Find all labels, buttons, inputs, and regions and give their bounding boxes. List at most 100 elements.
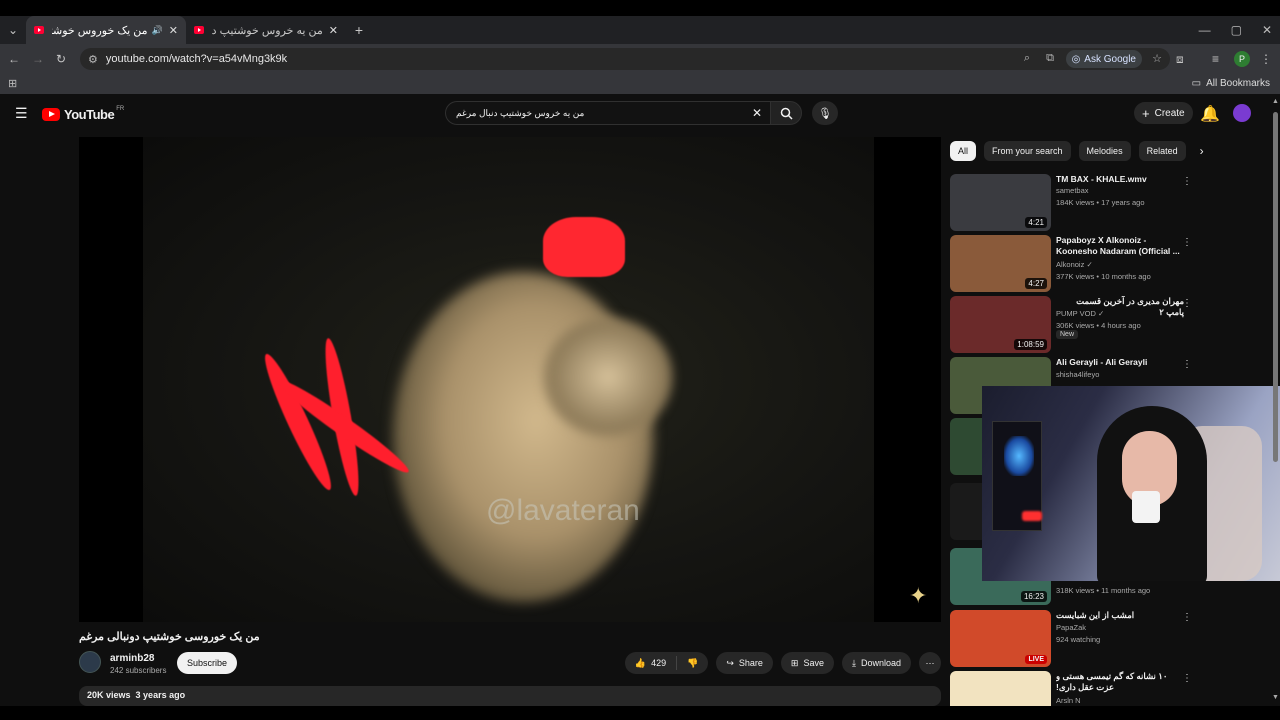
dislike-button[interactable]: 👎 <box>677 652 708 674</box>
new-badge: New <box>1056 330 1079 339</box>
folder-icon: ▭ <box>1191 78 1202 89</box>
video-thumbnail[interactable]: 4:27 <box>950 235 1051 292</box>
all-bookmarks[interactable]: ▭ All Bookmarks <box>1192 78 1270 89</box>
region-code: FR <box>116 105 125 112</box>
recommendation-title: TM BAX - KHALE.wmv <box>1056 174 1147 184</box>
like-dislike-group: 👍 429 👎 <box>624 652 709 674</box>
sparkle-icon[interactable]: ✦ <box>909 583 927 609</box>
scroll-up-icon[interactable]: ▲ <box>1272 98 1279 105</box>
channel-label: Alkonoiz <box>1056 260 1085 269</box>
scroll-down-icon[interactable]: ▼ <box>1272 694 1279 701</box>
browser-tab-active[interactable]: من یک خوروس خوشتیپ دونـ 🔊 ✕ <box>26 16 186 44</box>
chips-next-icon[interactable]: › <box>1200 144 1204 158</box>
os-top-strip <box>0 0 1280 16</box>
minimize-icon[interactable]: — <box>1199 23 1211 37</box>
youtube-logo[interactable]: YouTube FR <box>42 105 125 122</box>
browser-menu-icon[interactable]: ⋮ <box>1260 52 1272 66</box>
close-window-icon[interactable]: ✕ <box>1262 23 1272 37</box>
new-tab-icon[interactable]: + <box>346 22 372 38</box>
duration-badge: 16:23 <box>1020 591 1047 602</box>
clear-search-icon[interactable]: ✕ <box>752 106 762 120</box>
chip-from-your-search[interactable]: From your search <box>984 141 1071 161</box>
video-frame: @lavateran <box>143 137 874 622</box>
recommendation-meta: 318K views • 11 months ago <box>1056 586 1151 595</box>
channel-row: arminb28 242 subscribers Subscribe 👍 429 … <box>79 651 941 677</box>
create-button[interactable]: + Create <box>1134 102 1193 124</box>
video-thumbnail[interactable]: 4:21 <box>950 174 1051 231</box>
more-actions-button[interactable]: ⋯ <box>919 652 941 674</box>
like-button[interactable]: 👍 429 <box>625 652 676 674</box>
extensions-icon[interactable]: ⧈ <box>1176 52 1184 67</box>
chip-melodies[interactable]: Melodies <box>1078 141 1131 161</box>
recommendation-item[interactable]: 4:27 Papaboyz X Alkonoiz - Koonesho Nada… <box>950 235 1200 293</box>
video-thumbnail[interactable]: 1:08:59 <box>950 296 1051 353</box>
recommendation-item[interactable]: LIVE امشب از این شبایست PapaZak 924 watc… <box>950 610 1200 668</box>
browser-tab[interactable]: من یه خروس خوشتیپ دنبال مرغ ✕ <box>186 16 346 44</box>
os-bottom-strip <box>0 706 1280 720</box>
recommendation-item[interactable]: 4:21 TM BAX - KHALE.wmv sametbax 184K vi… <box>950 174 1200 232</box>
channel-avatar[interactable] <box>79 651 101 673</box>
zoom-icon[interactable]: ⌕ <box>1024 52 1030 65</box>
bookmarks-bar: ⊞ ▭ All Bookmarks <box>0 74 1280 94</box>
maximize-icon[interactable]: ▢ <box>1231 23 1242 37</box>
video-player[interactable]: @lavateran ✦ <box>79 137 941 622</box>
close-tab-icon[interactable]: ✕ <box>329 24 338 37</box>
notifications-bell-icon[interactable]: 🔔 <box>1200 104 1220 124</box>
video-thumbnail[interactable]: LIVE <box>950 610 1051 667</box>
lens-icon: ◎ <box>1071 53 1081 65</box>
install-icon[interactable]: ⧉ <box>1046 52 1054 65</box>
view-count: 20K views <box>87 690 131 700</box>
scrollbar-thumb[interactable] <box>1273 112 1278 462</box>
subscribe-button[interactable]: Subscribe <box>177 652 238 674</box>
voice-search-button[interactable]: 🎙 <box>812 101 838 125</box>
chick-head <box>543 317 673 437</box>
hamburger-menu-icon[interactable]: ☰ <box>15 105 28 122</box>
search-button[interactable] <box>770 101 802 125</box>
duration-badge: 4:27 <box>1025 278 1047 289</box>
more-options-icon[interactable]: ⋮ <box>1182 298 1192 309</box>
share-icon: ↪ <box>726 657 734 668</box>
address-bar[interactable]: ⚙ youtube.com/watch?v=a54vMng3k9k ⌕ ⧉ ◎ A… <box>80 48 1170 70</box>
more-options-icon[interactable]: ⋮ <box>1182 176 1192 187</box>
apps-grid-icon[interactable]: ⊞ <box>8 77 17 90</box>
back-icon[interactable]: ← <box>8 52 20 66</box>
microphone-icon: 🎙 <box>818 107 832 120</box>
create-label: Create <box>1154 107 1185 119</box>
more-options-icon[interactable]: ⋮ <box>1182 237 1192 248</box>
recommendation-meta: 184K views • 17 years ago <box>1056 198 1145 207</box>
site-info-icon[interactable]: ⚙ <box>88 53 98 66</box>
chip-related[interactable]: Related <box>1138 141 1186 161</box>
verified-icon: ✓ <box>1086 260 1093 269</box>
save-button[interactable]: ⊞ Save <box>780 652 834 674</box>
all-bookmarks-label: All Bookmarks <box>1206 78 1270 89</box>
more-options-icon[interactable]: ⋮ <box>1182 612 1192 623</box>
recommendation-item[interactable]: 1:08:59 مهران مدیری در آخرین قسمت پامپ ۲… <box>950 296 1200 354</box>
page-scrollbar[interactable]: ▲ ▼ <box>1270 96 1280 706</box>
tab-search-chevron-icon[interactable]: ⌄ <box>0 23 26 37</box>
search-input[interactable]: من یه خروس خوشتیپ دنبال مرغم ✕ <box>445 101 770 125</box>
duration-badge: 4:21 <box>1025 217 1047 228</box>
pc-red-light <box>1022 511 1042 521</box>
subscriber-count: 242 subscribers <box>110 666 167 675</box>
recommendation-item[interactable]: ۱۰ نشانه که گم تیمسی هستی و عزت عقل داری… <box>950 671 1200 706</box>
account-avatar[interactable] <box>1233 104 1251 122</box>
close-tab-icon[interactable]: ✕ <box>169 24 178 37</box>
reload-icon[interactable]: ↻ <box>56 52 66 66</box>
search-query-text: من یه خروس خوشتیپ دنبال مرغم <box>456 107 585 118</box>
video-thumbnail[interactable] <box>950 671 1051 706</box>
more-options-icon[interactable]: ⋮ <box>1182 359 1192 370</box>
media-control-icon[interactable]: ≡ <box>1212 52 1219 66</box>
forward-icon[interactable]: → <box>32 52 44 66</box>
video-actions: 👍 429 👎 ↪ Share ⊞ Save ⤓ Download ⋯ <box>624 652 941 674</box>
download-button[interactable]: ⤓ Download <box>841 652 911 674</box>
share-button[interactable]: ↪ Share <box>716 652 773 674</box>
url-text: youtube.com/watch?v=a54vMng3k9k <box>105 53 288 65</box>
description-box[interactable]: 20K views 3 years ago <box>79 686 941 706</box>
channel-name[interactable]: arminb28 <box>110 653 154 664</box>
profile-avatar[interactable]: P <box>1234 51 1250 67</box>
recommendation-channel: Alkonoiz ✓ <box>1056 260 1093 269</box>
more-options-icon[interactable]: ⋮ <box>1182 673 1192 684</box>
chip-all[interactable]: All <box>950 141 977 161</box>
ask-google-button[interactable]: ◎ Ask Google <box>1065 50 1142 68</box>
bookmark-star-icon[interactable]: ☆ <box>1152 52 1162 65</box>
